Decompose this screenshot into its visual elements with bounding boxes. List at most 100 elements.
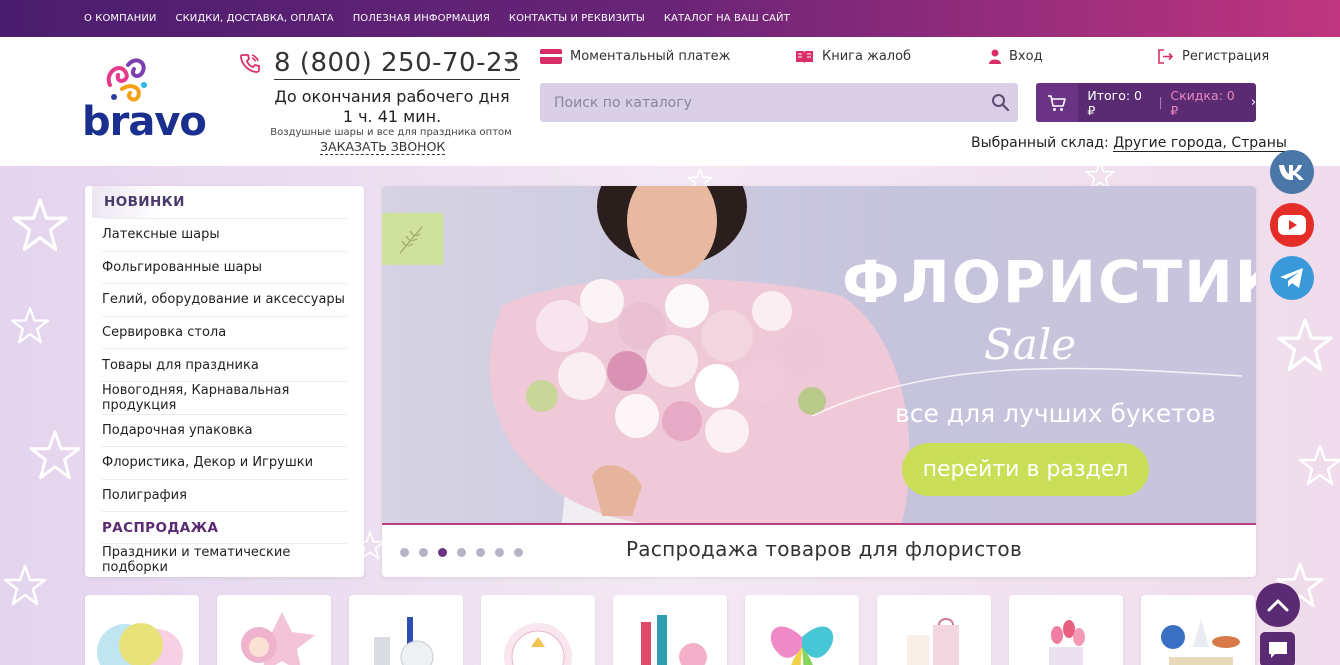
gift-bags-image xyxy=(907,618,959,665)
search-bar xyxy=(540,83,1018,122)
card-icon xyxy=(540,49,562,64)
category-tile[interactable] xyxy=(217,595,331,665)
search-input[interactable] xyxy=(540,83,970,122)
sidebar-item-party-goods[interactable]: Товары для праздника xyxy=(102,348,347,381)
chevron-right-icon: › xyxy=(1250,95,1257,110)
category-tile[interactable] xyxy=(481,595,595,665)
cart-separator xyxy=(1160,96,1162,109)
phone-icon xyxy=(240,54,260,73)
banner-subtitle: все для лучших букетов xyxy=(895,399,1216,428)
topnav-catalog[interactable]: КАТАЛОГ НА ВАШ САЙТ xyxy=(664,13,790,24)
sidebar-item-foil-balloons[interactable]: Фольгированные шары xyxy=(102,250,347,284)
vk-button[interactable] xyxy=(1270,150,1314,194)
youtube-button[interactable] xyxy=(1270,203,1314,247)
helium-equipment-image xyxy=(374,617,434,665)
banner-cta-button[interactable]: перейти в раздел xyxy=(902,443,1149,496)
category-tile[interactable] xyxy=(745,595,859,665)
cart-icon xyxy=(1048,94,1066,111)
carousel-dot[interactable] xyxy=(495,548,504,557)
category-tile[interactable] xyxy=(85,595,199,665)
top-nav: О КОМПАНИИ СКИДКИ, ДОСТАВКА, ОПЛАТА ПОЛЕ… xyxy=(84,0,790,37)
instant-payment-link[interactable]: Моментальный платеж xyxy=(540,49,730,64)
butterfly-image xyxy=(770,626,834,665)
promo-banner: ФЛОРИСТИКА Sale все для лучших букетов п… xyxy=(382,186,1256,577)
register-link[interactable]: Регистрация xyxy=(1158,49,1269,64)
sidebar-sale-heading[interactable]: РАСПРОДАЖА xyxy=(102,511,347,543)
banner-hero[interactable]: ФЛОРИСТИКА Sale все для лучших букетов п… xyxy=(382,186,1256,523)
chat-icon xyxy=(1268,641,1287,658)
space-decor-image xyxy=(1161,619,1240,665)
balloons-image xyxy=(97,623,183,665)
top-nav-bar: О КОМПАНИИ СКИДКИ, ДОСТАВКА, ОПЛАТА ПОЛЕ… xyxy=(0,0,1340,37)
chat-button[interactable] xyxy=(1260,632,1295,665)
banner-sale-text: Sale xyxy=(984,320,1077,369)
logo-text: bravo xyxy=(82,99,207,145)
category-tile[interactable] xyxy=(349,595,463,665)
user-icon xyxy=(989,49,1001,64)
category-tile[interactable] xyxy=(877,595,991,665)
cart-button[interactable]: Итого: 0 ₽ Скидка: 0 ₽ › xyxy=(1036,83,1256,122)
sidebar-item-helium[interactable]: Гелий, оборудование и аксессуары xyxy=(102,283,347,316)
warehouse-selector: Выбранный склад: Другие города, Страны xyxy=(971,135,1287,152)
leaf-badge xyxy=(382,213,443,265)
login-link[interactable]: Вход xyxy=(989,49,1043,64)
tulips-image xyxy=(1049,620,1085,665)
sidebar-item-tableware[interactable]: Сервировка стола xyxy=(102,315,347,349)
carousel-dot[interactable] xyxy=(419,548,428,557)
sidebar-new-heading[interactable]: НОВИНКИ xyxy=(92,186,192,218)
header: bravo 8 (800) 250-70-23 До окончания раб… xyxy=(0,37,1340,166)
topnav-contacts[interactable]: КОНТАКТЫ И РЕКВИЗИТЫ xyxy=(509,13,645,24)
callback-link[interactable]: ЗАКАЗАТЬ ЗВОНОК xyxy=(320,139,446,155)
category-tile[interactable] xyxy=(1141,595,1255,665)
cart-total: Итого: 0 ₽ xyxy=(1087,87,1142,118)
carousel-dots xyxy=(400,548,523,557)
tableware-image xyxy=(504,623,572,665)
phone-subtitle: Воздушные шары и все для праздника оптом xyxy=(270,127,512,138)
youtube-icon xyxy=(1278,215,1306,235)
sidebar-item-holidays[interactable]: Праздники и тематические подборки xyxy=(102,543,347,576)
sidebar-item-gift-wrap[interactable]: Подарочная упаковка xyxy=(102,413,347,447)
sidebar-item-new-year[interactable]: Новогодняя, Карнавальная продукция xyxy=(102,380,347,414)
chevron-down-icon[interactable] xyxy=(504,59,514,64)
telegram-button[interactable] xyxy=(1270,256,1314,300)
banner-title: ФЛОРИСТИКА xyxy=(842,248,1256,316)
sidebar-item-printing[interactable]: Полиграфия xyxy=(102,478,347,512)
carousel-dot[interactable] xyxy=(400,548,409,557)
work-time-countdown: 1 ч. 41 мин. xyxy=(342,107,442,126)
scroll-top-button[interactable] xyxy=(1256,583,1300,627)
category-tiles xyxy=(85,595,1255,665)
search-icon[interactable] xyxy=(991,93,1010,112)
topnav-about[interactable]: О КОМПАНИИ xyxy=(84,13,157,24)
telegram-icon xyxy=(1280,268,1303,288)
work-end-label: До окончания рабочего дня xyxy=(274,87,510,106)
chevron-up-icon xyxy=(1267,599,1289,612)
logo-swirl-icon xyxy=(106,58,147,102)
book-icon xyxy=(796,51,813,63)
instant-payment-label: Моментальный платеж xyxy=(570,49,731,64)
carousel-dot[interactable] xyxy=(457,548,466,557)
cart-icon-wrap xyxy=(1036,83,1079,122)
carousel-dot[interactable] xyxy=(514,548,523,557)
login-label: Вход xyxy=(1009,49,1043,64)
topnav-discounts[interactable]: СКИДКИ, ДОСТАВКА, ОПЛАТА xyxy=(176,13,334,24)
warehouse-label: Выбранный склад: xyxy=(971,135,1109,151)
warehouse-link[interactable]: Другие города, Страны xyxy=(1113,135,1287,152)
leaf-icon xyxy=(399,226,423,254)
category-tile[interactable] xyxy=(1009,595,1123,665)
logo[interactable]: bravo xyxy=(82,55,207,145)
topnav-info[interactable]: ПОЛЕЗНАЯ ИНФОРМАЦИЯ xyxy=(353,13,490,24)
doll-balloon-image xyxy=(241,612,315,665)
register-label: Регистрация xyxy=(1182,49,1270,64)
complaints-book-link[interactable]: Книга жалоб xyxy=(795,49,911,64)
banner-divider xyxy=(382,523,1256,525)
phone-number[interactable]: 8 (800) 250-70-23 xyxy=(274,47,521,80)
sign-in-icon xyxy=(1158,49,1174,64)
carousel-dot-active[interactable] xyxy=(438,548,447,557)
carousel-dot[interactable] xyxy=(476,548,485,557)
vk-icon xyxy=(1279,165,1304,180)
sidebar-item-latex-balloons[interactable]: Латексные шары xyxy=(102,218,347,251)
sidebar-item-floristry[interactable]: Флористика, Декор и Игрушки xyxy=(102,446,347,479)
cart-discount: Скидка: 0 ₽ xyxy=(1170,87,1235,118)
party-goods-image xyxy=(641,615,707,665)
category-tile[interactable] xyxy=(613,595,727,665)
